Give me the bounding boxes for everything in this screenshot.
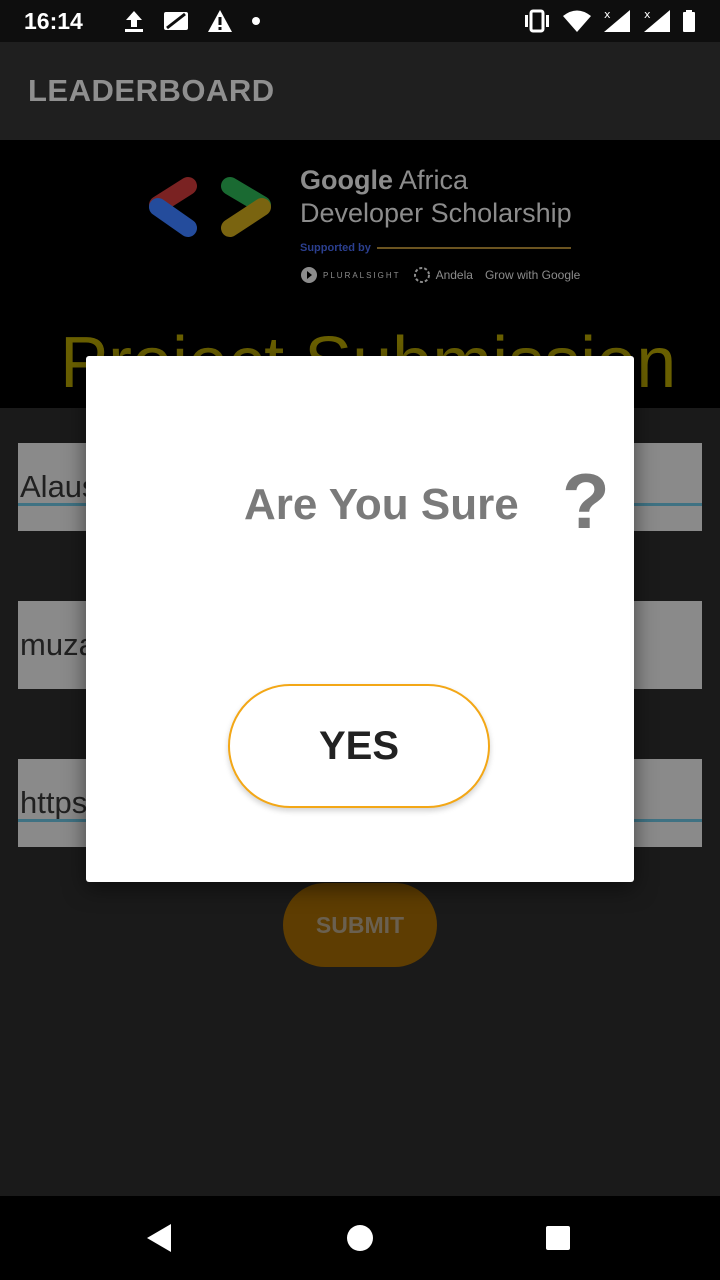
supported-divider [376, 247, 571, 249]
recents-icon[interactable] [540, 1220, 576, 1256]
andela-icon [413, 267, 430, 283]
field-value: muza [20, 627, 96, 662]
battery-icon [682, 9, 696, 33]
developer-logo-icon [144, 174, 276, 245]
no-sim-icon [163, 10, 189, 32]
nav-bar [0, 1196, 720, 1280]
upload-icon [123, 9, 145, 33]
svg-text:x: x [644, 8, 651, 21]
vibrate-icon [522, 9, 552, 33]
signal-icon: x [642, 8, 672, 34]
partner-andela-label: Andela [435, 268, 473, 282]
wifi-icon [562, 9, 592, 33]
back-icon[interactable] [141, 1220, 177, 1256]
submit-button[interactable]: SUBMIT [283, 883, 437, 967]
yes-button[interactable]: YES [228, 684, 490, 808]
status-bar: 16:14 x x [0, 0, 720, 42]
status-time: 16:14 [24, 7, 83, 34]
dialog-title: Are You Sure [244, 480, 519, 529]
supported-by: Supported by [300, 242, 580, 254]
signal-icon: x [602, 8, 632, 34]
brand-africa: Africa [393, 165, 469, 195]
partner-pluralsight: PLURALSIGHT [300, 266, 401, 284]
brand-line1: Google Africa [300, 164, 580, 196]
partners: PLURALSIGHT Andela Grow with Google [300, 266, 580, 284]
field-value: https [20, 785, 88, 820]
pluralsight-icon [301, 267, 317, 283]
status-right: x x [522, 8, 696, 34]
app-bar: LEADERBOARD [0, 42, 720, 140]
home-icon[interactable] [342, 1220, 378, 1256]
confirm-dialog: Are You Sure ? YES [86, 356, 634, 882]
supported-label: Supported by [300, 242, 371, 254]
partner-grow-label: Grow with Google [484, 268, 581, 282]
question-icon: ? [562, 457, 610, 545]
brand-text: Google Africa Developer Scholarship Supp… [300, 164, 580, 284]
partner-andela: Andela [413, 266, 473, 284]
dot-icon [251, 16, 261, 26]
brand-google: Google [300, 165, 393, 195]
app-title: LEADERBOARD [28, 73, 275, 108]
partner-pluralsight-label: PLURALSIGHT [323, 270, 401, 280]
partner-grow-with-google: Grow with Google [485, 268, 580, 282]
brand-line2: Developer Scholarship [300, 198, 572, 228]
svg-text:x: x [604, 8, 611, 21]
warning-icon [207, 9, 233, 33]
status-left: 16:14 [24, 8, 261, 35]
